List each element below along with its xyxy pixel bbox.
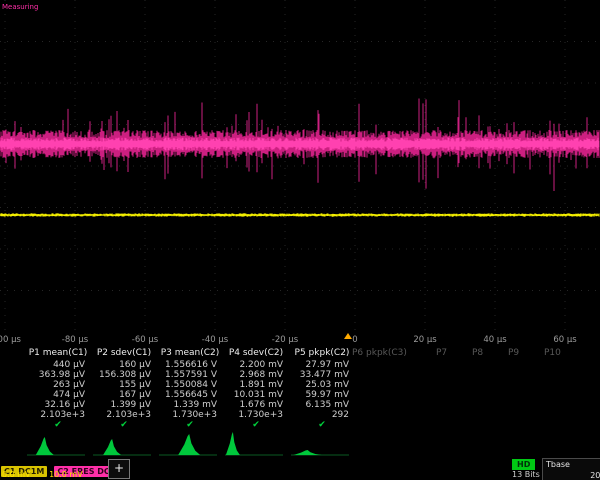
- measure-status-check-icon: ✔: [157, 420, 223, 430]
- measure-value: 156.308 µV: [91, 370, 151, 380]
- measure-value: 1.556616 V: [157, 360, 217, 370]
- measure-value: 363.98 µV: [25, 370, 85, 380]
- measure-value: 2.103e+3: [25, 410, 85, 420]
- time-axis-label: 40 µs: [465, 335, 525, 345]
- measure-header[interactable]: P4 sdev(C2): [223, 348, 289, 358]
- measure-value: 1.730e+3: [223, 410, 283, 420]
- time-axis-label: 20 µs: [395, 335, 455, 345]
- plus-icon: +: [114, 461, 124, 475]
- measure-value: 167 µV: [91, 390, 151, 400]
- measure-header-unused[interactable]: P9: [508, 348, 519, 358]
- measure-value: 2.968 mV: [223, 370, 283, 380]
- channel-bar: C1 DC1M C2 ERES DC1M 0.0 mV 10.0 mV + HD…: [0, 458, 600, 480]
- hd-mode-badge: HD: [512, 459, 535, 470]
- measure-value: 1.399 µV: [91, 400, 151, 410]
- measure-status-check-icon: ✔: [289, 420, 355, 430]
- measure-header-unused[interactable]: P6 pkpk(C3): [352, 348, 407, 358]
- measure-value: 1.557591 V: [157, 370, 217, 380]
- measure-value: 6.135 mV: [289, 400, 349, 410]
- measure-header[interactable]: P3 mean(C2): [157, 348, 223, 358]
- measure-value: 10.031 mV: [223, 390, 283, 400]
- measure-value: 292: [289, 410, 349, 420]
- measure-header[interactable]: P2 sdev(C1): [91, 348, 157, 358]
- channel-c1-scale-readout: 0.0 mV 10.0 mV: [2, 470, 83, 479]
- measure-value: 1.550084 V: [157, 380, 217, 390]
- measure-value: 1.891 mV: [223, 380, 283, 390]
- time-axis-label: -20 µs: [255, 335, 315, 345]
- channel-c1-vdiv: 10.0 mV: [49, 470, 83, 479]
- measure-value: 160 µV: [91, 360, 151, 370]
- time-axis-label: -80 µs: [45, 335, 105, 345]
- acquisition-status-label: Measuring: [2, 3, 38, 11]
- time-axis-label: -60 µs: [115, 335, 175, 345]
- measure-value: 1.730e+3: [157, 410, 217, 420]
- measure-value: 1.556645 V: [157, 390, 217, 400]
- measure-value: 2.200 mV: [223, 360, 283, 370]
- oscilloscope-screen: Measuring -100 µs -80 µs -60 µs -40 µs -20 µ…: [0, 0, 600, 480]
- measure-header-unused[interactable]: P10: [544, 348, 561, 358]
- measure-header-unused[interactable]: P8: [472, 348, 483, 358]
- time-axis-label: -40 µs: [185, 335, 245, 345]
- measure-value: 1.339 mV: [157, 400, 217, 410]
- waveform-display[interactable]: Measuring: [0, 0, 600, 332]
- waveform-canvas: [0, 0, 600, 332]
- measure-value: 474 µV: [25, 390, 85, 400]
- time-axis-label: 0: [325, 335, 385, 345]
- measure-value: 59.97 mV: [289, 390, 349, 400]
- measure-status-check-icon: ✔: [25, 420, 91, 430]
- timebase-descriptor[interactable]: Tbase 20.0: [542, 458, 600, 480]
- measure-value: 33.477 mV: [289, 370, 349, 380]
- measure-value: 32.16 µV: [25, 400, 85, 410]
- hd-bits-label: 13 Bits: [512, 470, 540, 479]
- measurement-histicons: [0, 430, 600, 458]
- measure-status-check-icon: ✔: [223, 420, 289, 430]
- measure-value: 27.97 mV: [289, 360, 349, 370]
- measure-value: 2.103e+3: [91, 410, 151, 420]
- measure-value: 263 µV: [25, 380, 85, 390]
- crosshair-button[interactable]: +: [108, 459, 130, 479]
- measure-header[interactable]: P1 mean(C1): [25, 348, 91, 358]
- measure-status-check-icon: ✔: [91, 420, 157, 430]
- measure-header-unused[interactable]: P7: [436, 348, 447, 358]
- channel-c1-offset: 0.0 mV: [2, 470, 31, 479]
- time-axis: -100 µs -80 µs -60 µs -40 µs -20 µs 0 20 µs 40 …: [0, 332, 600, 348]
- measure-value: 1.676 mV: [223, 400, 283, 410]
- time-axis-label: -100 µs: [0, 335, 35, 345]
- measure-value: 440 µV: [25, 360, 85, 370]
- measure-value: 155 µV: [91, 380, 151, 390]
- measure-value: 25.03 mV: [289, 380, 349, 390]
- measure-header[interactable]: P5 pkpk(C2): [289, 348, 355, 358]
- time-axis-label: 60 µs: [535, 335, 595, 345]
- measurement-table: P1 mean(C1)P2 sdev(C1)P3 mean(C2)P4 sdev…: [0, 348, 600, 430]
- timebase-label: Tbase: [546, 460, 570, 469]
- timebase-tdiv: 20.0: [546, 471, 600, 480]
